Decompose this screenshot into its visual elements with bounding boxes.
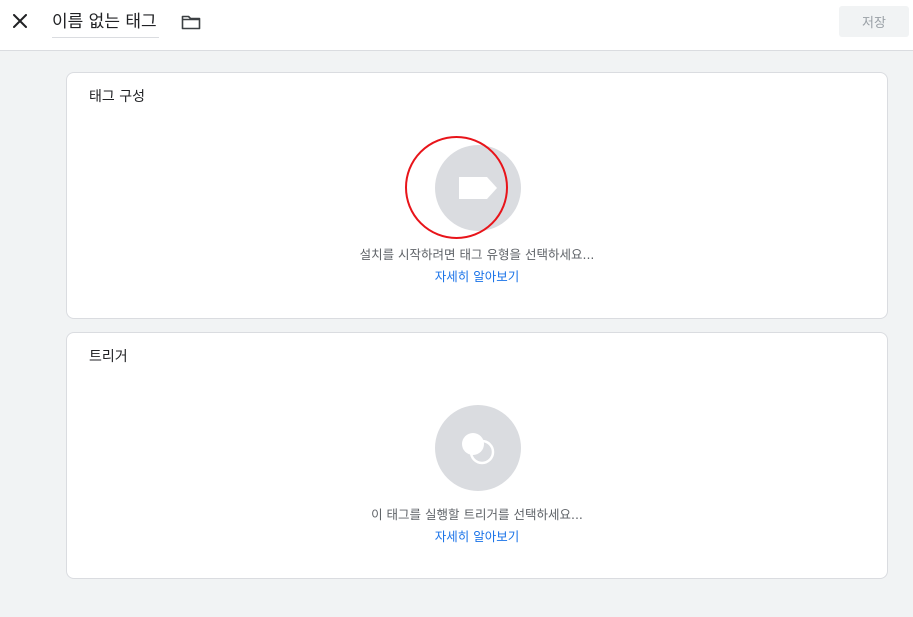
save-button[interactable]: 저장 — [839, 6, 909, 37]
tag-icon — [459, 177, 497, 199]
trigger-icon — [462, 433, 495, 465]
close-button[interactable] — [8, 9, 32, 33]
card-title: 트리거 — [89, 349, 128, 365]
tag-type-hint: 설치를 시작하려면 태그 유형을 선택하세요... — [359, 247, 595, 262]
trigger-card: 트리거 이 태그를 실행할 트리거를 선택하세요... 자세히 알아보기 — [66, 332, 888, 579]
folder-icon — [181, 15, 201, 30]
close-icon — [13, 14, 27, 28]
trigger-hint: 이 태그를 실행할 트리거를 선택하세요... — [371, 507, 583, 522]
choose-trigger-button[interactable] — [435, 405, 521, 491]
trigger-learn-more-wrap: 자세히 알아보기 — [67, 529, 887, 545]
folder-button[interactable] — [180, 12, 202, 32]
trigger-learn-more-link[interactable]: 자세히 알아보기 — [435, 529, 519, 544]
tag-learn-more-wrap: 자세히 알아보기 — [67, 269, 887, 285]
choose-tag-type-button[interactable] — [435, 145, 521, 231]
card-title: 태그 구성 — [89, 89, 145, 105]
tag-name-field[interactable]: 이름 없는 태그 — [52, 8, 159, 38]
top-bar: 이름 없는 태그 저장 — [0, 0, 913, 51]
tag-name[interactable]: 이름 없는 태그 — [52, 8, 157, 36]
tag-config-card: 태그 구성 설치를 시작하려면 태그 유형을 선택하세요... 자세히 알아보기 — [66, 72, 888, 319]
tag-learn-more-link[interactable]: 자세히 알아보기 — [435, 269, 519, 284]
